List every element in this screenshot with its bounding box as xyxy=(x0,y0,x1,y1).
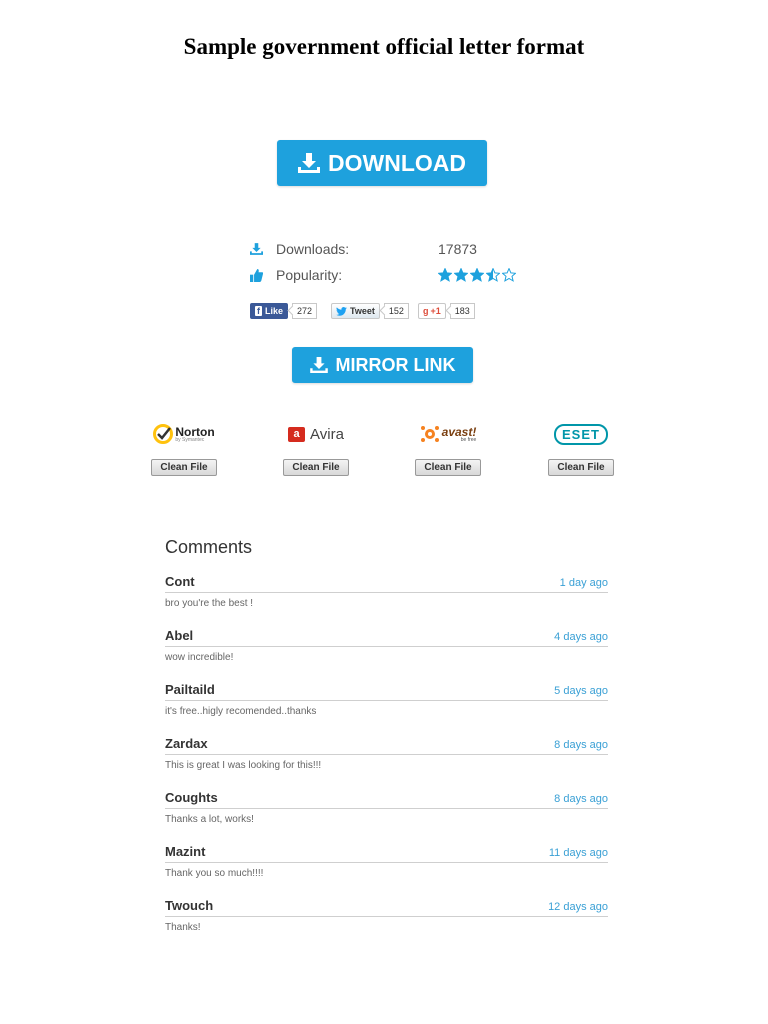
google-plus-one[interactable]: g +1 183 xyxy=(418,303,475,319)
comment-text: Thanks a lot, works! xyxy=(165,814,254,825)
comment-time[interactable]: 4 days ago xyxy=(554,631,608,643)
avast-clean-file-button[interactable]: Clean File xyxy=(415,459,481,476)
google-plus-button[interactable]: g +1 xyxy=(418,303,446,319)
comment-text: wow incredible! xyxy=(165,652,234,663)
avast-subtitle: be free xyxy=(460,436,477,443)
google-plus-label: +1 xyxy=(430,306,441,316)
tweet-button[interactable]: Tweet xyxy=(331,303,380,319)
eset-logo: eset xyxy=(554,420,608,448)
thumbs-up-icon xyxy=(250,268,263,282)
comment-header: Cont 1 day ago xyxy=(165,574,608,593)
comment-time[interactable]: 5 days ago xyxy=(554,685,608,697)
twitter-tweet[interactable]: Tweet 152 xyxy=(331,303,409,319)
downloads-label: Downloads: xyxy=(276,241,350,257)
avast-name: avast! xyxy=(441,424,477,439)
popularity-label: Popularity: xyxy=(276,267,343,283)
avira-logo: a Avira xyxy=(288,420,344,448)
avira-clean-file-button[interactable]: Clean File xyxy=(283,459,349,476)
comment-text: bro you're the best ! xyxy=(165,598,254,609)
popularity-stat: Popularity: xyxy=(250,267,516,283)
comments-list: Cont 1 day ago bro you're the best ! Abel 4 … xyxy=(165,574,608,952)
comment-author: Mazint xyxy=(165,844,206,859)
mirror-link-label: MIRROR LINK xyxy=(335,354,456,375)
twitter-bird-icon xyxy=(336,306,347,316)
comment-item: Zardax 8 days ago This is great I was look… xyxy=(165,736,608,790)
comment-author: Abel xyxy=(165,628,194,643)
google-plus-count: 183 xyxy=(449,303,475,319)
star-full-icon xyxy=(470,268,484,282)
tweet-count: 152 xyxy=(383,303,409,319)
comment-item: Pailtaild 5 days ago it's free..higly reco… xyxy=(165,682,608,736)
comment-author: Pailtaild xyxy=(165,682,215,697)
comment-header: Mazint 11 days ago xyxy=(165,844,608,863)
comment-author: Cont xyxy=(165,574,195,589)
norton-clean-file-button[interactable]: Clean File xyxy=(151,459,217,476)
norton-name: Norton xyxy=(175,424,215,439)
comment-time[interactable]: 8 days ago xyxy=(554,793,608,805)
comment-item: Coughts 8 days ago Thanks a lot, works! xyxy=(165,790,608,844)
star-half-icon xyxy=(486,268,500,282)
comment-text: Thank you so much!!!! xyxy=(165,868,264,879)
comment-header: Coughts 8 days ago xyxy=(165,790,608,809)
star-full-icon xyxy=(454,268,468,282)
avira-badge: a Avira Clean File xyxy=(276,420,356,476)
comment-item: Mazint 11 days ago Thank you so much!!!! xyxy=(165,844,608,898)
comment-time[interactable]: 12 days ago xyxy=(548,901,608,913)
star-full-icon xyxy=(438,268,452,282)
facebook-like-label: Like xyxy=(265,306,284,316)
tweet-label: Tweet xyxy=(350,306,375,316)
comment-text: This is great I was looking for this!!! xyxy=(165,760,322,771)
norton-check-icon xyxy=(153,424,174,444)
download-icon xyxy=(309,357,328,373)
popularity-stars xyxy=(438,268,516,282)
eset-badge: eset Clean File xyxy=(541,420,621,476)
facebook-icon: f xyxy=(255,306,262,316)
eset-clean-file-button[interactable]: Clean File xyxy=(548,459,614,476)
download-button[interactable]: DOWNLOAD xyxy=(277,140,487,186)
avira-icon: a xyxy=(288,426,306,442)
norton-subtitle: by Symantec xyxy=(175,436,205,443)
mirror-link-button[interactable]: MIRROR LINK xyxy=(292,347,473,383)
download-label: DOWNLOAD xyxy=(328,149,466,176)
comment-author: Coughts xyxy=(165,790,218,805)
download-icon xyxy=(250,243,263,255)
comment-item: Abel 4 days ago wow incredible! xyxy=(165,628,608,682)
downloads-stat: Downloads: 17873 xyxy=(250,241,477,257)
comment-header: Abel 4 days ago xyxy=(165,628,608,647)
comment-time[interactable]: 1 day ago xyxy=(560,577,608,589)
comment-author: Twouch xyxy=(165,898,214,913)
avast-logo: avast! be free xyxy=(420,420,477,448)
facebook-like-button[interactable]: f Like xyxy=(250,303,289,319)
eset-name: eset xyxy=(554,423,608,445)
comments-heading: Comments xyxy=(165,537,253,557)
star-empty-icon xyxy=(502,268,516,282)
norton-logo: Norton by Symantec xyxy=(153,420,215,448)
comment-header: Zardax 8 days ago xyxy=(165,736,608,755)
norton-badge: Norton by Symantec Clean File xyxy=(144,420,224,476)
comment-header: Pailtaild 5 days ago xyxy=(165,682,608,701)
avast-splash-icon xyxy=(420,426,439,442)
comment-time[interactable]: 11 days ago xyxy=(549,847,608,859)
document-title: Sample government official letter format xyxy=(183,34,585,59)
download-icon xyxy=(298,153,320,173)
avira-name: Avira xyxy=(310,425,344,443)
comment-text: it's free..higly recomended..thanks xyxy=(165,706,317,717)
facebook-like-count: 272 xyxy=(292,303,318,319)
comment-time[interactable]: 8 days ago xyxy=(554,739,608,751)
comment-text: Thanks! xyxy=(165,922,201,933)
downloads-value: 17873 xyxy=(438,241,477,257)
facebook-like[interactable]: f Like 272 xyxy=(250,303,318,319)
google-plus-icon: g xyxy=(423,306,429,316)
avast-badge: avast! be free Clean File xyxy=(408,420,488,476)
comment-header: Twouch 12 days ago xyxy=(165,898,608,917)
comment-item: Twouch 12 days ago Thanks! xyxy=(165,898,608,952)
comment-item: Cont 1 day ago bro you're the best ! xyxy=(165,574,608,628)
comment-author: Zardax xyxy=(165,736,208,751)
